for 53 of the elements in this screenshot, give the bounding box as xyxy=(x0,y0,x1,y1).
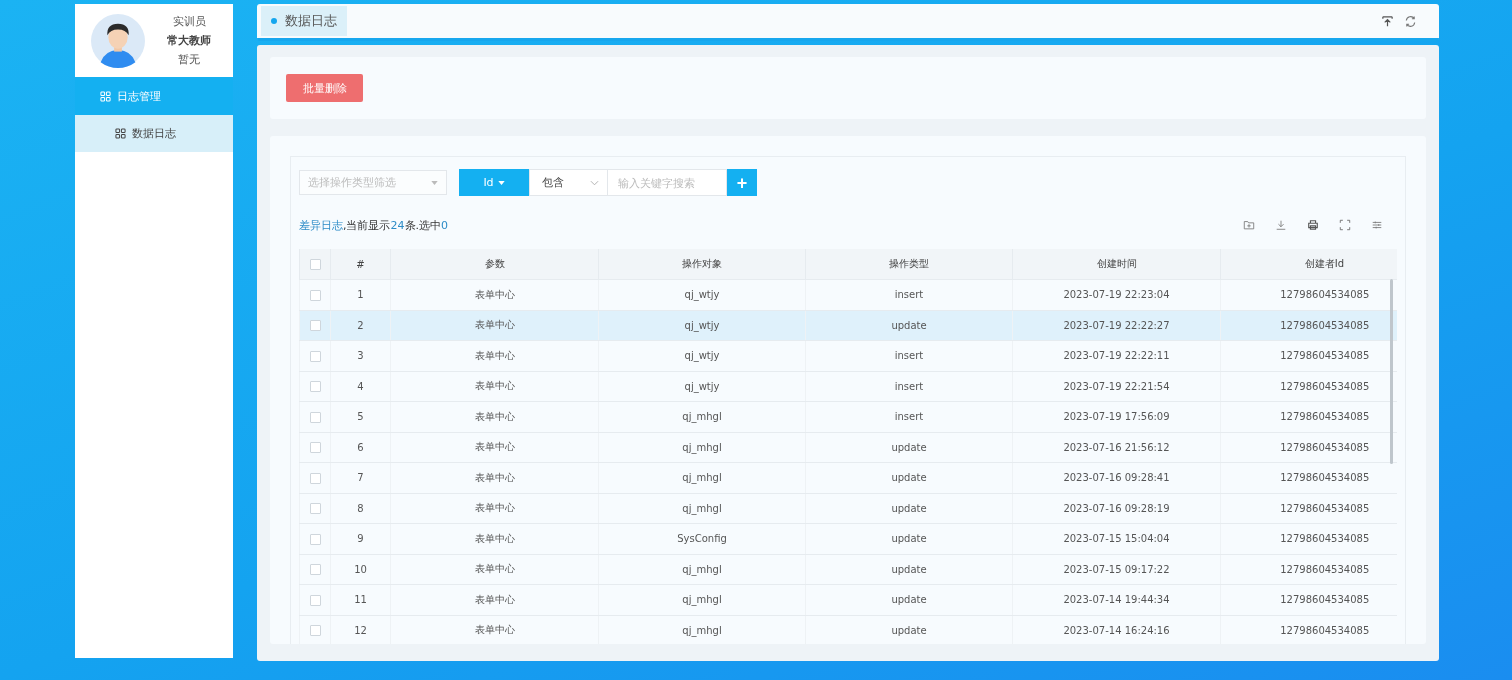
sidebar-submenu-item[interactable]: 数据日志 xyxy=(75,115,233,152)
table-row[interactable]: 7 表单中心 qj_mhgl update 2023-07-16 09:28:41 12798604534085 xyxy=(299,462,1397,493)
table-row[interactable]: 2 表单中心 qj_wtjy update 2023-07-19 22:22:27 12798604534085 xyxy=(299,310,1397,341)
column-header: 创建者Id xyxy=(1220,249,1397,280)
row-checkbox[interactable] xyxy=(309,503,321,514)
filter-settings-icon[interactable] xyxy=(1371,219,1383,231)
caret-icon xyxy=(431,180,438,185)
table-row[interactable]: 4 表单中心 qj_wtjy insert 2023-07-19 22:21:54 12798604534085 xyxy=(299,371,1397,402)
operator-select[interactable]: 包含 xyxy=(529,169,608,196)
table-row[interactable]: 8 表单中心 qj_mhgl update 2023-07-16 09:28:19 12798604534085 xyxy=(299,493,1397,524)
row-checkbox[interactable] xyxy=(309,442,321,453)
row-checkbox[interactable] xyxy=(309,411,321,423)
row-checkbox[interactable] xyxy=(309,472,321,484)
table-row[interactable]: 6 表单中心 qj_mhgl update 2023-07-16 21:56:12 12798604534085 xyxy=(299,432,1397,463)
upload-icon[interactable] xyxy=(1381,14,1394,28)
scrollbar[interactable] xyxy=(1390,279,1393,464)
row-checkbox[interactable] xyxy=(309,594,321,606)
chevron-down-icon xyxy=(590,179,599,186)
avatar-icon xyxy=(91,13,145,68)
row-checkbox[interactable] xyxy=(309,564,321,575)
fullscreen-icon[interactable] xyxy=(1339,219,1351,231)
row-checkbox[interactable] xyxy=(309,625,321,636)
row-checkbox[interactable] xyxy=(309,533,321,545)
row-checkbox[interactable] xyxy=(309,350,321,362)
select-all-checkbox[interactable] xyxy=(309,258,321,270)
table-row[interactable]: 5 表单中心 qj_mhgl insert 2023-07-19 17:56:09 12798604534085 xyxy=(299,401,1397,432)
keyword-field[interactable]: 输入关键字搜索 xyxy=(608,169,727,196)
refresh-icon[interactable] xyxy=(1404,14,1417,28)
table-row[interactable]: 1 表单中心 qj_wtjy insert 2023-07-19 22:23:04 12798604534085 xyxy=(299,279,1397,310)
tab[interactable]: 数据日志 xyxy=(261,6,347,36)
user-name: 常大教师 xyxy=(167,33,211,48)
column-header: 参数 xyxy=(390,249,599,280)
table-row[interactable]: 12 表单中心 qj_mhgl update 2023-07-14 16:24:16 12798604534085 xyxy=(299,615,1397,644)
row-checkbox[interactable] xyxy=(309,320,321,331)
grid-icon xyxy=(115,128,126,139)
user-note: 暂无 xyxy=(178,52,200,67)
folder-icon[interactable] xyxy=(1243,219,1255,231)
column-header: 创建时间 xyxy=(1012,249,1221,280)
caret-icon xyxy=(497,180,505,185)
row-checkbox[interactable] xyxy=(309,381,321,392)
column-header: # xyxy=(330,249,391,280)
download-icon[interactable] xyxy=(1275,219,1287,231)
column-header: 操作对象 xyxy=(598,249,806,280)
table-row[interactable]: 10 表单中心 qj_mhgl update 2023-07-15 09:17:22 12798604534085 xyxy=(299,554,1397,585)
grid-icon xyxy=(100,90,111,102)
table-row[interactable]: 3 表单中心 qj_wtjy insert 2023-07-19 22:22:11 12798604534085 xyxy=(299,340,1397,371)
row-checkbox[interactable] xyxy=(309,289,321,301)
table-row[interactable]: 11 表单中心 qj_mhgl update 2023-07-14 19:44:34 12798604534085 xyxy=(299,584,1397,615)
column-header: 操作类型 xyxy=(805,249,1013,280)
summary-text: 差异日志,当前显示24条.选中0 xyxy=(299,217,448,233)
print-icon[interactable] xyxy=(1307,219,1319,231)
user-role: 实训员 xyxy=(172,14,206,29)
table-row[interactable]: 9 表单中心 SysConfig update 2023-07-15 15:04:04 12798604534085 xyxy=(299,523,1397,554)
